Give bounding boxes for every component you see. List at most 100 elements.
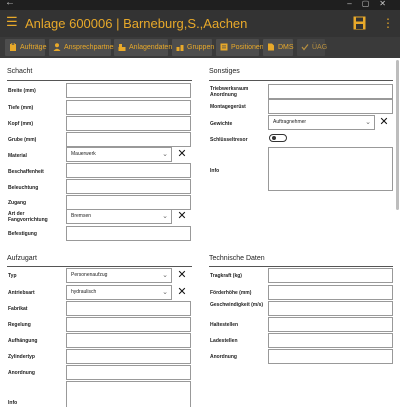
label-ladestellen: Ladestellen (210, 338, 238, 344)
label-breite: Breite (mm) (8, 88, 36, 94)
chevron-down-icon: ⌄ (162, 213, 168, 220)
tab-auftraege[interactable]: Aufträge (5, 39, 47, 56)
typ-value: Personenaufzug (71, 272, 108, 278)
fangvorrichtung-select[interactable]: Bremsen ⌄ (66, 209, 172, 224)
label-zugang: Zugang (8, 200, 27, 206)
page-title: Anlage 600006 | Barneburg,S.,Aachen (25, 16, 248, 31)
chevron-down-icon: ⌄ (162, 151, 168, 158)
tab-bar: Aufträge Ansprechpartner Anlagendaten Gr… (0, 37, 400, 58)
montagegeruest-input[interactable] (268, 99, 393, 114)
scrollbar[interactable] (396, 60, 399, 210)
label-kopf: Kopf (mm) (8, 121, 33, 127)
typ-select[interactable]: Personenaufzug ⌄ (66, 268, 172, 283)
tab-ansprechpartner[interactable]: Ansprechpartner (49, 39, 116, 56)
label-aufhaengung: Aufhängung (8, 338, 38, 344)
breite-input[interactable] (66, 83, 191, 98)
check-icon (301, 44, 309, 51)
label-beleuchtung: Beleuchtung (8, 185, 39, 191)
haltestellen-input[interactable] (268, 317, 393, 332)
label-regelung: Regelung (8, 322, 31, 328)
befestigung-input[interactable] (66, 226, 191, 241)
anordnung-technik-input[interactable] (268, 349, 393, 364)
label-tiefe: Tiefe (mm) (8, 105, 34, 111)
list-icon (220, 43, 228, 51)
tab-label: ÜAG (312, 44, 328, 51)
label-fangvorrichtung: Art der Fangvorrichtung (8, 211, 48, 223)
tab-label: Anlagendaten (129, 44, 173, 51)
label-haltestellen: Haltestellen (210, 322, 239, 328)
section-divider (209, 80, 393, 81)
clear-gewichte-icon[interactable]: ✕ (379, 116, 389, 128)
label-fabrikat: Fabrikat (8, 306, 28, 312)
clear-typ-icon[interactable]: ✕ (177, 269, 187, 281)
tragkraft-input[interactable] (268, 268, 393, 283)
group-icon (176, 45, 184, 51)
toggle-knob (272, 136, 276, 140)
label-gewichte: Gewichte (210, 121, 233, 127)
label-typ: Typ (8, 273, 17, 279)
label-geschwindigkeit: Geschwindigkeit (m/s) (210, 302, 264, 308)
tiefe-input[interactable] (66, 100, 191, 115)
label-anordnung-technik: Anordnung (210, 354, 237, 360)
clipboard-icon (10, 43, 16, 51)
triebwerksraum-input[interactable] (268, 84, 393, 99)
label-zylindertyp: Zylindertyp (8, 354, 35, 360)
foerderhoehe-input[interactable] (268, 285, 393, 300)
zugang-input[interactable] (66, 195, 191, 210)
tab-gruppen[interactable]: Gruppen (172, 39, 215, 56)
window-titlebar: ← –▢✕ (0, 0, 400, 10)
section-divider (209, 266, 393, 267)
material-select[interactable]: Mauerwerk ⌄ (66, 147, 172, 162)
hamburger-menu-icon[interactable]: ☰ (6, 15, 18, 29)
section-title-schacht: Schacht (7, 68, 33, 75)
label-befestigung: Befestigung (8, 231, 37, 237)
clear-fangvorrichtung-icon[interactable]: ✕ (177, 210, 187, 222)
section-divider (7, 266, 192, 267)
label-grube: Grube (mm) (8, 137, 37, 143)
tab-anlagendaten[interactable]: Anlagendaten (114, 39, 172, 56)
anordnung-aufzug-input[interactable] (66, 365, 191, 380)
label-info-aufzugart: Info (8, 400, 18, 406)
fabrikat-input[interactable] (66, 301, 191, 316)
tab-uag[interactable]: ÜAG (297, 39, 328, 56)
grube-input[interactable] (66, 132, 191, 147)
document-icon (268, 43, 274, 51)
kopf-input[interactable] (66, 116, 191, 131)
building-icon (118, 44, 126, 51)
ladestellen-input[interactable] (268, 333, 393, 348)
more-options-icon[interactable]: ⋮ (382, 16, 394, 30)
label-schluesseltresor: Schlüsseltresor (210, 137, 248, 143)
chevron-down-icon: ⌄ (365, 119, 371, 126)
tab-label: DMS (278, 44, 294, 51)
clear-antriebsart-icon[interactable]: ✕ (177, 286, 187, 298)
label-tragkraft: Tragkraft (kg) (210, 273, 242, 279)
aufhaengung-input[interactable] (66, 333, 191, 348)
label-material: Material (8, 153, 27, 159)
tab-label: Aufträge (20, 44, 47, 51)
gewichte-select[interactable]: Auftragnehmer ⌄ (268, 115, 375, 130)
tab-dms[interactable]: DMS (263, 39, 294, 56)
tab-label: Positionen (231, 44, 264, 51)
beleuchtung-input[interactable] (66, 179, 191, 194)
section-divider (7, 80, 192, 81)
tab-positionen[interactable]: Positionen (216, 39, 264, 56)
schluesseltresor-toggle[interactable] (269, 134, 287, 142)
info-sonstiges-textarea[interactable] (268, 147, 393, 191)
label-anordnung-aufzug: Anordnung (8, 370, 35, 376)
back-icon[interactable]: ← (5, 0, 15, 8)
info-aufzugart-textarea[interactable] (66, 381, 191, 407)
window-controls[interactable]: –▢✕ (347, 0, 396, 8)
save-icon[interactable] (353, 16, 366, 30)
clear-material-icon[interactable]: ✕ (177, 148, 187, 160)
regelung-input[interactable] (66, 317, 191, 332)
antriebsart-select[interactable]: hydraulisch ⌄ (66, 285, 172, 300)
label-foerderhoehe: Förderhöhe (mm) (210, 290, 252, 296)
beschaffenheit-input[interactable] (66, 163, 191, 178)
zylindertyp-input[interactable] (66, 349, 191, 364)
antriebsart-value: hydraulisch (71, 289, 97, 295)
section-title-technische-daten: Technische Daten (209, 255, 265, 262)
section-title-sonstiges: Sonstiges (209, 68, 240, 75)
app-bar: ☰ Anlage 600006 | Barneburg,S.,Aachen ⋮ (0, 10, 400, 37)
tab-label: Gruppen (187, 44, 215, 51)
geschwindigkeit-input[interactable] (268, 301, 393, 316)
